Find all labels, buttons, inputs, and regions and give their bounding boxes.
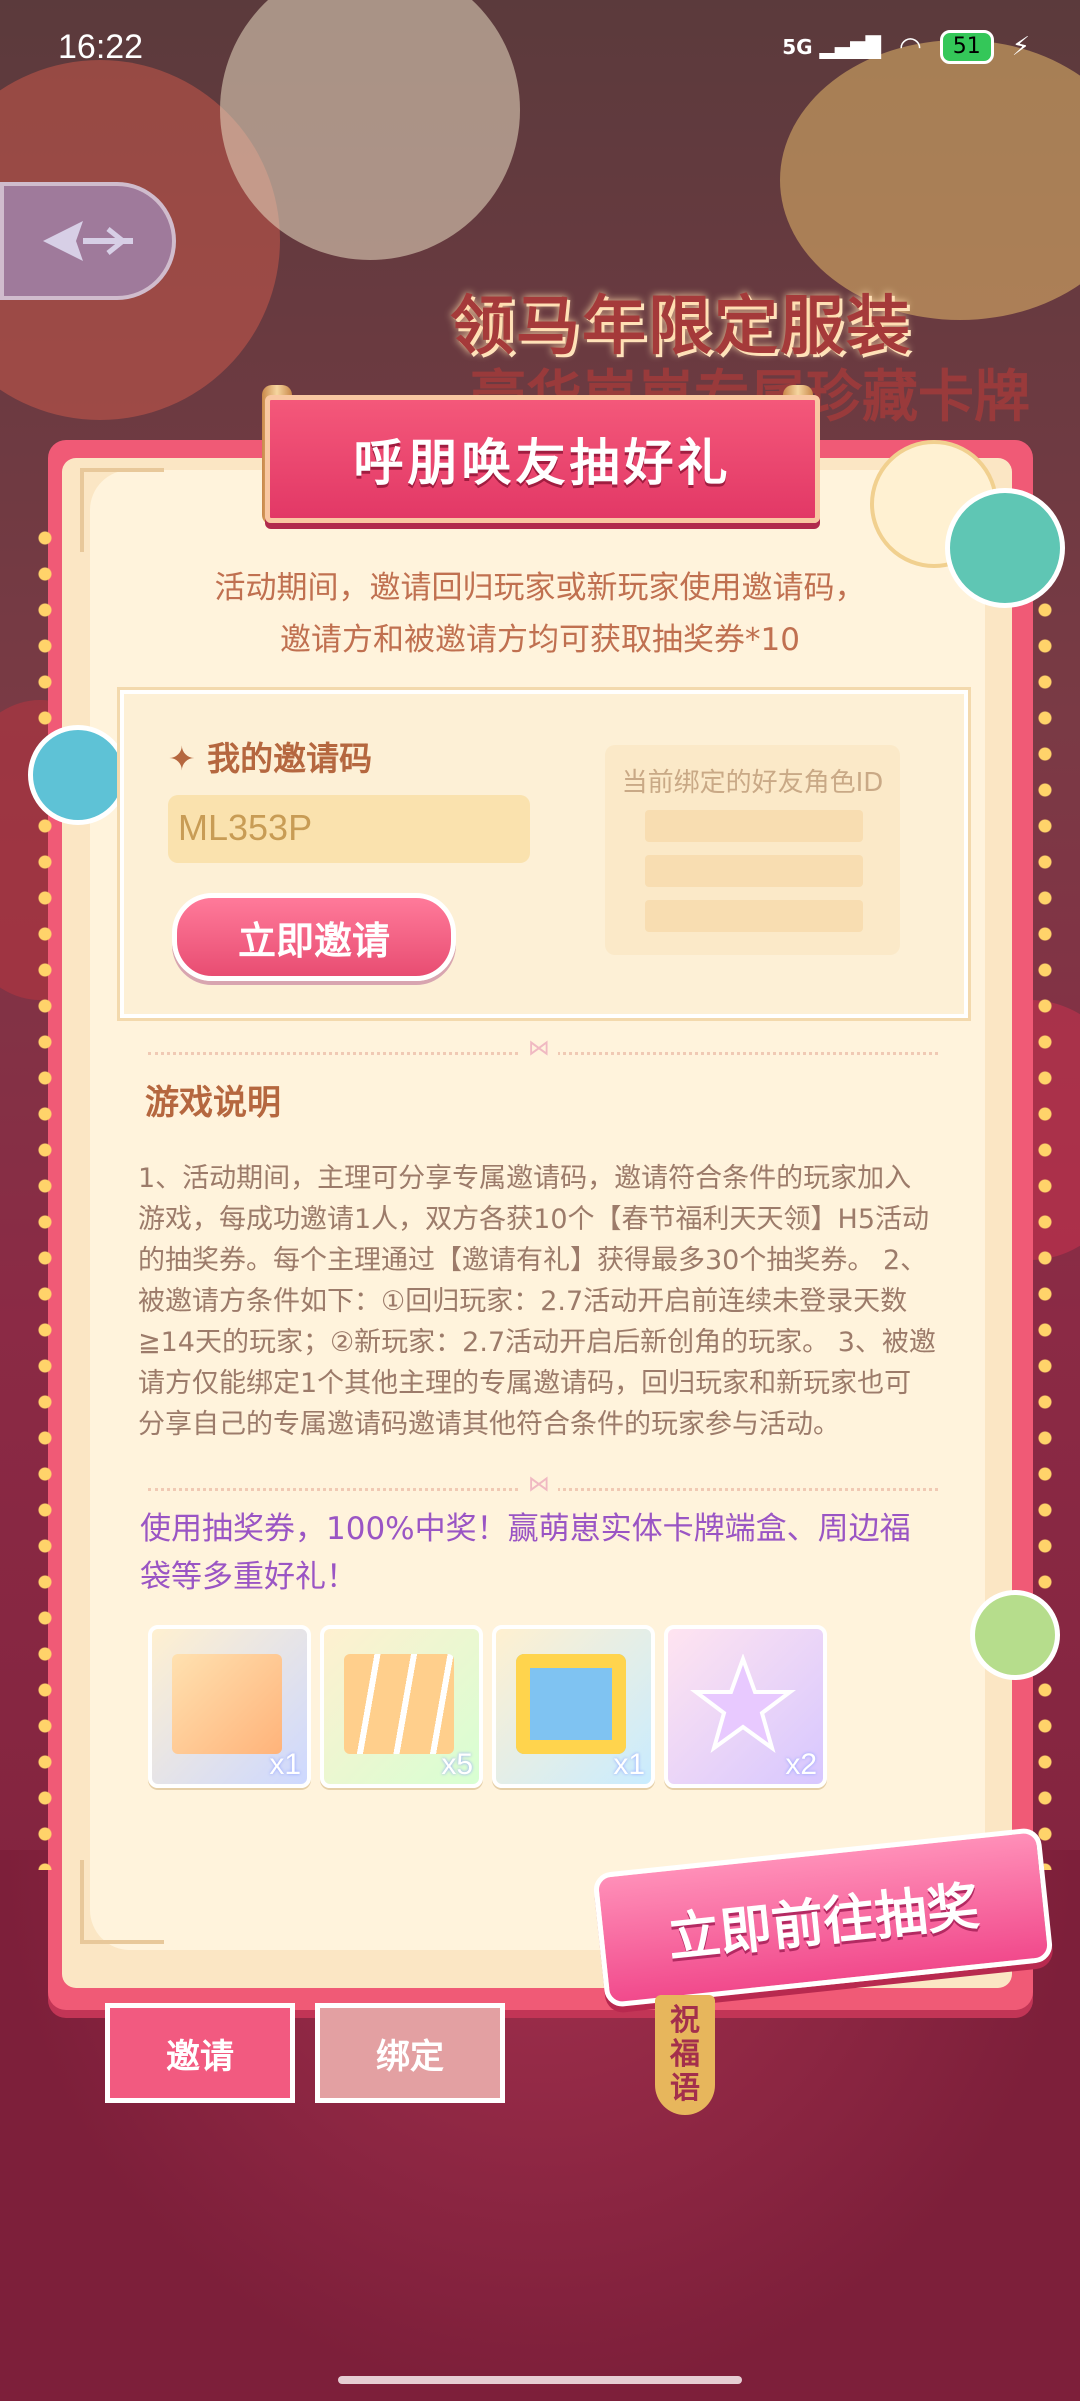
tab-bind[interactable]: 绑定: [315, 2003, 505, 2103]
back-button[interactable]: [0, 182, 176, 300]
status-bar: 16:22 5G ▂▄▆█ ◠ 51 ⚡: [0, 0, 1080, 100]
panel-title-banner: 呼朋唤友抽好礼: [265, 395, 820, 523]
tab-wishes-char: 福: [670, 2037, 700, 2072]
signal-icon: 5G ▂▄▆█: [782, 35, 882, 59]
left-light-string: [36, 520, 54, 1870]
gift-box-icon: [516, 1654, 626, 1754]
tab-wishes-char: 语: [670, 2071, 700, 2106]
friend-id-slot: [645, 900, 863, 932]
invite-now-button[interactable]: 立即邀请: [172, 893, 456, 981]
home-indicator[interactable]: [338, 2376, 742, 2384]
charging-icon: ⚡: [1011, 32, 1030, 62]
tab-invite[interactable]: 邀请: [105, 2003, 295, 2103]
friend-id-slot: [645, 855, 863, 887]
star-icon: [690, 1654, 796, 1754]
tab-wishes-char: 祝: [670, 2003, 700, 2038]
prize-card-packs: x5: [320, 1625, 483, 1788]
friend-id-slot: [645, 810, 863, 842]
prize-star: x2: [664, 1625, 827, 1788]
wifi-icon: ◠: [899, 32, 922, 62]
intro-line: 活动期间，邀请回归玩家或新玩家使用邀请码，: [214, 570, 866, 606]
corner-ornament: [80, 468, 164, 552]
back-arrow-icon: [43, 221, 133, 261]
corner-ornament: [80, 1860, 164, 1944]
bow-icon: ⋈: [520, 1472, 558, 1497]
flower-icon: [28, 725, 128, 825]
prize-card-box: x1: [148, 1625, 311, 1788]
friend-id-label: 当前绑定的好友角色ID: [621, 768, 884, 798]
prize-gift-box: x1: [492, 1625, 655, 1788]
panel-title: 呼朋唤友抽好礼: [353, 434, 732, 492]
invite-code-label: ✦ 我的邀请码: [168, 739, 373, 778]
card-packs-icon: [344, 1654, 454, 1754]
battery-icon: 51: [939, 30, 994, 64]
tab-wishes[interactable]: 祝 福 语: [655, 1995, 715, 2115]
rules-text: 1、活动期间，主理可分享专属邀请码，邀请符合条件的玩家加入游戏，每成功邀请1人，…: [138, 1163, 936, 1440]
promo-text: 使用抽奖券，100%中奖！赢萌崽实体卡牌端盒、周边福袋等多重好礼！: [140, 1511, 911, 1595]
invite-code-field[interactable]: ML353P: [168, 795, 530, 863]
intro-text: 活动期间，邀请回归玩家或新玩家使用邀请码， 邀请方和被邀请方均可获取抽奖券*10: [110, 562, 970, 666]
rules-title: 游戏说明: [145, 1083, 281, 1123]
card-box-icon: [172, 1654, 282, 1754]
bow-icon: ⋈: [520, 1036, 558, 1061]
invite-code-value: ML353P: [178, 807, 313, 848]
intro-line: 邀请方和被邀请方均可获取抽奖券*10: [280, 622, 800, 658]
flower-icon: [970, 1590, 1060, 1680]
status-time: 16:22: [58, 28, 144, 66]
